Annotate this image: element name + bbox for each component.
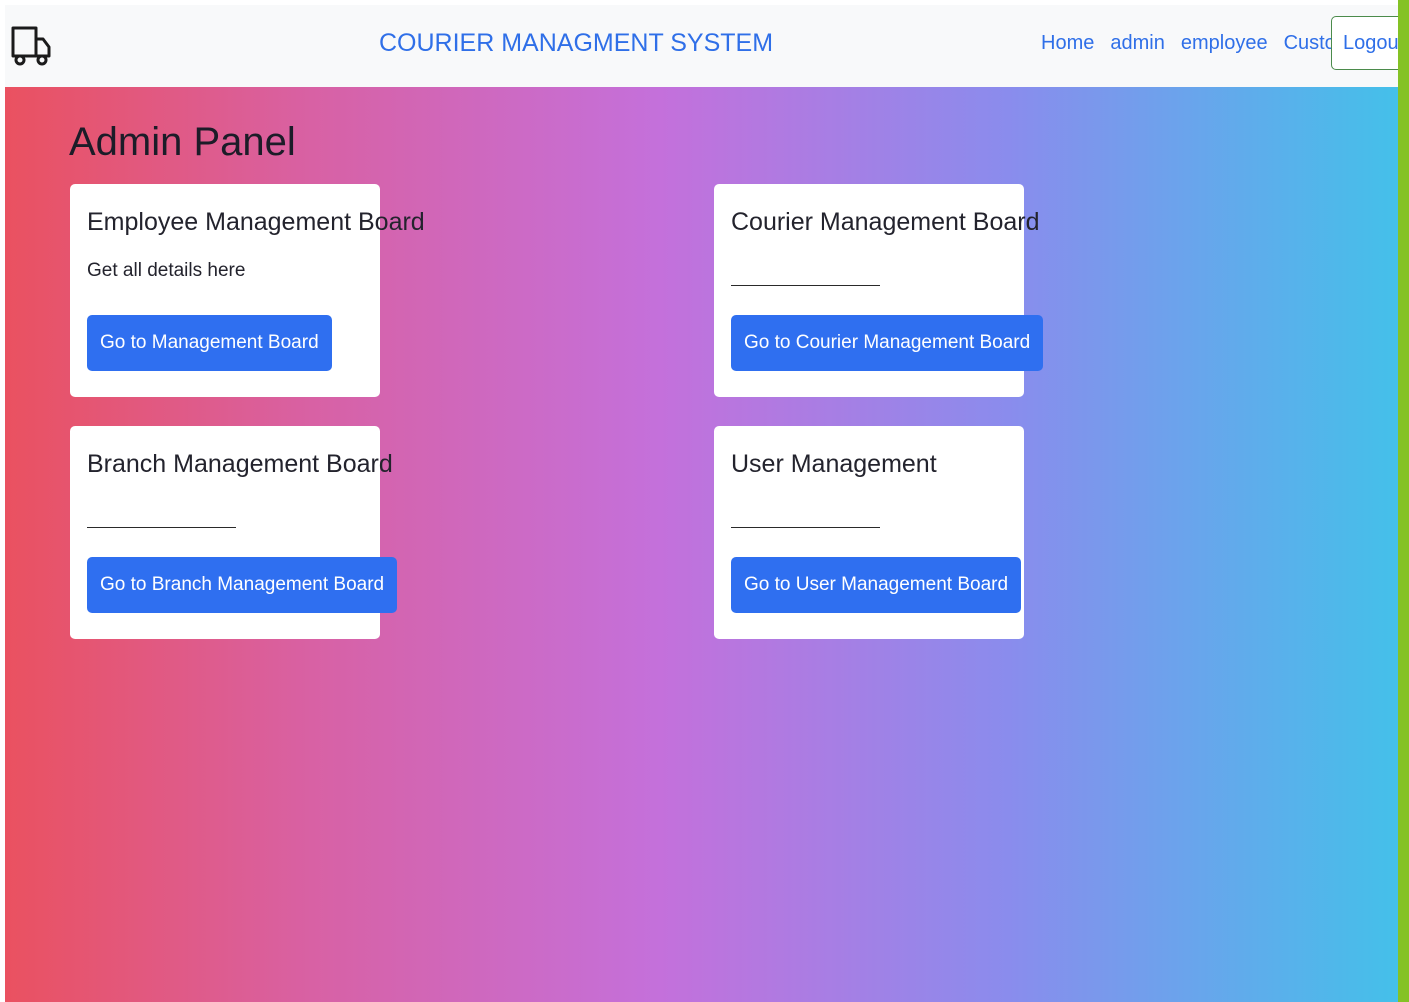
divider [87,527,236,528]
nav-link-home[interactable]: Home [1041,32,1094,55]
card-employee-management: Employee Management Board Get all detail… [70,184,425,397]
app-window: COURIER MANAGMENT SYSTEM Home admin empl… [5,5,1398,1002]
card-title: Branch Management Board [87,450,393,478]
card-title: Courier Management Board [731,208,1040,236]
truck-icon[interactable] [11,23,51,69]
card-branch-management: Branch Management Board Go to Branch Man… [70,426,398,639]
divider [731,527,880,528]
logout-button[interactable]: Logout [1331,16,1398,70]
divider [731,285,880,286]
window-edge [1398,0,1409,1002]
card-title: Employee Management Board [87,208,425,236]
navbar: COURIER MANAGMENT SYSTEM Home admin empl… [5,5,1398,87]
card-user-management: User Management Go to User Management Bo… [714,426,1024,639]
nav-link-admin[interactable]: admin [1110,32,1164,55]
go-to-courier-management-board-button[interactable]: Go to Courier Management Board [731,315,1044,371]
go-to-branch-management-board-button[interactable]: Go to Branch Management Board [87,557,398,613]
card-text: Get all details here [87,260,246,281]
go-to-management-board-button[interactable]: Go to Management Board [87,315,332,371]
brand-title[interactable]: COURIER MANAGMENT SYSTEM [379,29,773,58]
nav-link-employee[interactable]: employee [1181,32,1268,55]
card-courier-management: Courier Management Board Go to Courier M… [714,184,1044,397]
go-to-user-management-board-button[interactable]: Go to User Management Board [731,557,1022,613]
card-title: User Management [731,450,937,478]
page-title: Admin Panel [69,120,296,164]
